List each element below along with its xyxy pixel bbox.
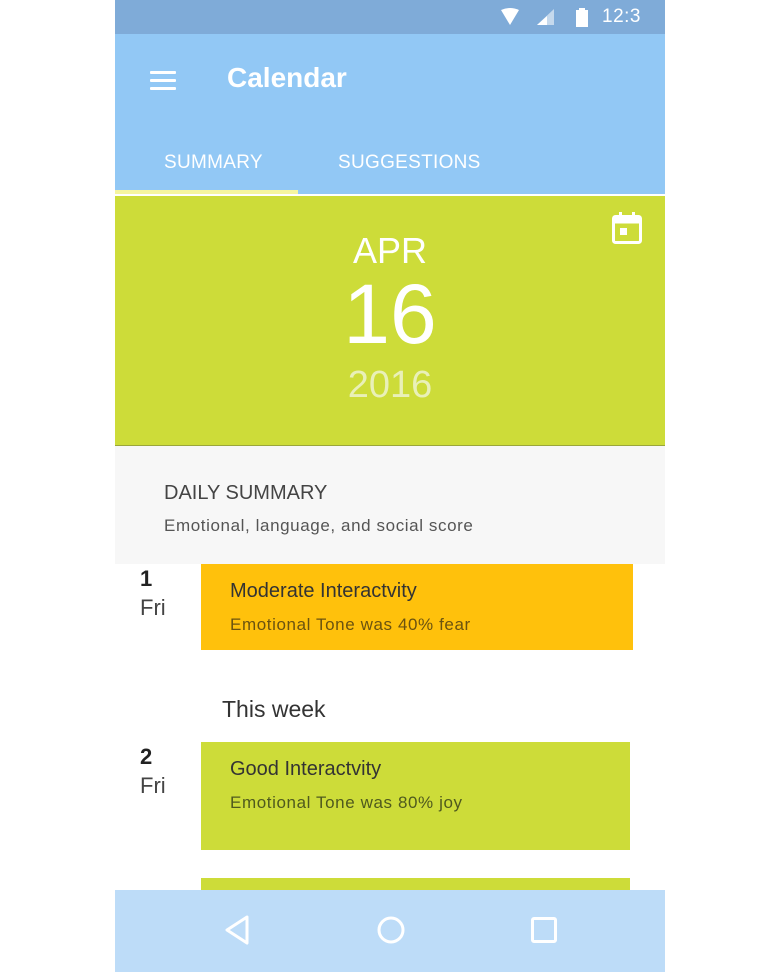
tab-suggestions[interactable]: SUGGESTIONS bbox=[338, 152, 481, 174]
app-bar: Calendar SUMMARY SUGGESTIONS bbox=[115, 34, 665, 194]
summary-title: DAILY SUMMARY bbox=[164, 482, 328, 504]
date-year: 2016 bbox=[347, 364, 433, 406]
daily-summary-section: DAILY SUMMARY Emotional, language, and s… bbox=[115, 446, 665, 564]
card-title: Good Interactvity bbox=[230, 758, 382, 780]
menu-icon[interactable] bbox=[148, 68, 178, 94]
tab-indicator bbox=[115, 190, 298, 194]
date-header: APR 16 2016 bbox=[115, 196, 665, 446]
summary-subtitle: Emotional, language, and social score bbox=[164, 516, 474, 535]
signal-icon bbox=[535, 8, 555, 31]
app-title: Calendar bbox=[227, 62, 347, 93]
entry-weekday: Fri bbox=[140, 595, 166, 620]
recents-icon[interactable] bbox=[530, 915, 558, 950]
section-label-this-week: This week bbox=[222, 696, 326, 722]
home-icon[interactable] bbox=[376, 915, 406, 950]
entry-date-number: 1 bbox=[140, 566, 153, 591]
status-time: 12:3 bbox=[602, 6, 641, 27]
status-bar: 12:3 bbox=[115, 0, 665, 34]
back-icon[interactable] bbox=[224, 915, 250, 950]
card-subtitle: Emotional Tone was 80% joy bbox=[230, 793, 463, 812]
card-title: Moderate Interactvity bbox=[230, 580, 417, 602]
wifi-icon bbox=[500, 8, 520, 31]
interaction-card[interactable]: Moderate Interactvity Emotional Tone was… bbox=[201, 564, 633, 650]
tab-summary[interactable]: SUMMARY bbox=[164, 152, 263, 174]
navigation-bar bbox=[115, 890, 665, 972]
interaction-card[interactable]: Good Interactvity Emotional Tone was 80%… bbox=[201, 742, 630, 850]
entry-weekday: Fri bbox=[140, 773, 166, 798]
date-day: 16 bbox=[343, 267, 437, 361]
entry-date-number: 2 bbox=[140, 744, 153, 769]
battery-icon bbox=[575, 8, 589, 32]
card-subtitle: Emotional Tone was 40% fear bbox=[230, 615, 471, 634]
phone-screen: 12:3 Calendar SUMMARY SUGGESTIONS APR 16… bbox=[115, 0, 665, 972]
